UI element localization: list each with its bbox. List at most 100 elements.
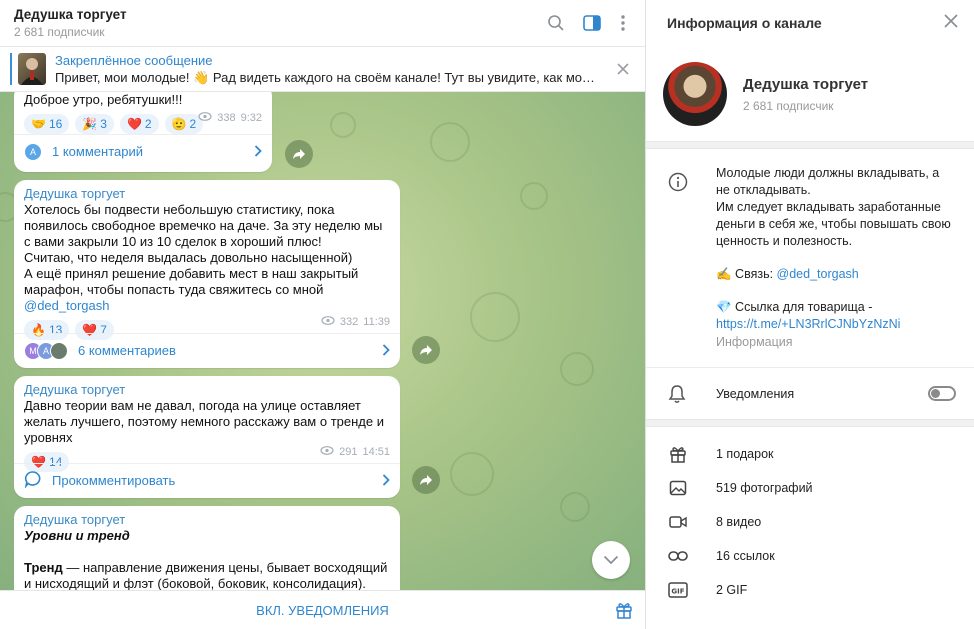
bell-icon [668,384,686,407]
message-3-meta: 291 14:51 [320,446,390,458]
message-4-text: Тренд — направление движения цены, бывае… [24,560,388,590]
message-1-views: 338 [217,112,236,124]
about-line-2: Им следует вкладывать заработанные деньг… [716,200,951,248]
gif-icon: GIF [668,581,688,599]
invite-line-prefix: 💎 Ссылка для товарища - [716,300,873,314]
message-3-time: 14:51 [362,446,390,458]
chevron-right-icon [254,145,262,160]
notifications-toggle[interactable] [928,386,956,401]
message-3[interactable]: Дедушка торгует Давно теории вам не дава… [14,376,400,498]
message-1[interactable]: Доброе утро, ребятушки!!! 🤝 16 🎉 3 ❤️ 2 🫡 2 … [14,92,272,172]
chevron-right-icon [382,344,390,359]
message-1-comments-label: 1 комментарий [52,144,143,159]
commenter-avatars: M A [24,341,68,360]
chat-title[interactable]: Дедушка торгует [14,7,127,22]
views-icon [321,316,335,328]
channel-name: Дедушка торгует [743,76,869,93]
channel-avatar[interactable] [663,62,727,126]
search-icon[interactable] [546,13,566,33]
message-1-text: Доброе утро, ребятушки!!! [24,92,183,107]
scroll-down-button[interactable] [592,541,630,579]
chevron-down-icon [603,555,619,565]
media-links-label: 16 ссылок [716,549,775,563]
photo-icon [668,479,688,497]
channel-description: Молодые люди должны вкладывать, а не отк… [716,165,956,351]
chat-footer: ВКЛ. УВЕДОМЛЕНИЯ [0,590,645,629]
contact-line: ✍️ Связь: @ded_torgash [716,267,859,281]
invite-link[interactable]: https://t.me/+LN3RrlCJNbYzNzNi [716,316,956,333]
pinned-message[interactable]: Закреплённое сообщение Привет, мои молод… [0,47,645,92]
message-3-comment-button[interactable]: Прокомментировать [14,463,400,497]
gift-icon[interactable] [615,601,633,622]
media-photos-label: 519 фотографий [716,481,813,495]
message-2-meta: 332 11:39 [321,316,390,328]
chat-subscribers: 2 681 подписчик [14,25,105,39]
reaction-heart[interactable]: ❤️ 2 [119,114,159,134]
chevron-right-icon [382,474,390,489]
message-4-author[interactable]: Дедушка торгует [24,512,390,527]
channel-info-panel: Информация о канале Дедушка торгует 2 68… [645,0,974,629]
about-line-1: Молодые люди должны вкладывать, а не отк… [716,166,940,197]
message-2-views: 332 [339,316,359,328]
info-icon [668,172,688,195]
media-gifts-label: 1 подарок [716,447,774,461]
views-icon [320,446,334,458]
forward-icon[interactable] [285,140,313,168]
media-links[interactable]: 16 ссылок [646,539,974,573]
about-caption: Информация [716,335,793,349]
video-icon [668,513,688,531]
message-2[interactable]: Дедушка торгует Хотелось бы подвести неб… [14,180,400,368]
channel-subscribers: 2 681 подписчик [743,99,834,113]
reaction-party[interactable]: 🎉 3 [75,114,114,134]
message-2-text: Хотелось бы подвести небольшую статистик… [24,202,383,313]
mention-link[interactable]: @ded_torgash [24,298,109,313]
divider [646,419,974,427]
more-menu-icon[interactable] [613,13,633,33]
close-icon[interactable] [944,14,958,31]
commenter-avatar-photo [50,341,68,360]
message-3-views: 291 [339,446,358,458]
contact-link[interactable]: @ded_torgash [777,267,859,281]
message-2-time: 11:39 [363,316,390,328]
pinned-text: Привет, мои молодые! 👋 Рад видеть каждог… [55,70,595,85]
svg-text:GIF: GIF [671,588,684,596]
chat-panel: Дедушка торгует 2 681 подписчик Закреплё… [0,0,645,629]
forward-icon[interactable] [412,466,440,494]
message-4[interactable]: Дедушка торгует Уровни и тренд Тренд — н… [14,506,400,590]
pinned-indicator [10,53,12,85]
message-1-meta: 338 9:32 [198,112,262,124]
close-pinned-icon[interactable] [615,61,631,77]
message-1-comments[interactable]: A 1 комментарий [14,134,272,168]
notifications-label: Уведомления [716,387,795,401]
chat-header[interactable]: Дедушка торгует 2 681 подписчик [0,0,645,47]
info-header-title: Информация о канале [667,15,822,31]
message-4-heading: Уровни и тренд [24,528,130,543]
divider [646,367,974,368]
media-videos-label: 8 видео [716,515,762,529]
media-gifs-label: 2 GIF [716,583,748,597]
message-3-author[interactable]: Дедушка торгует [24,382,390,397]
message-2-author[interactable]: Дедушка торгует [24,186,390,201]
message-2-comments-label: 6 комментариев [78,343,176,358]
reaction-handshake[interactable]: 🤝 16 [24,114,70,134]
forward-icon[interactable] [412,336,440,364]
divider [646,141,974,149]
media-photos[interactable]: 519 фотографий [646,471,974,505]
media-gifts[interactable]: 1 подарок [646,437,974,471]
gift-icon [668,445,688,463]
media-gifs[interactable]: GIF 2 GIF [646,573,974,607]
message-1-time: 9:32 [240,112,262,124]
views-icon [198,112,212,124]
sidebar-toggle-icon[interactable] [582,13,602,33]
pinned-title: Закреплённое сообщение [55,53,213,68]
message-3-text: Давно теории вам не давал, погода на ули… [24,398,384,445]
chat-background: Доброе утро, ребятушки!!! 🤝 16 🎉 3 ❤️ 2 🫡 2 … [0,92,645,590]
message-2-comments[interactable]: M A 6 комментариев [14,333,400,367]
commenter-avatar: A [24,142,42,161]
comment-icon [24,470,42,491]
enable-notifications-button[interactable]: ВКЛ. УВЕДОМЛЕНИЯ [0,591,645,629]
message-3-comments-label: Прокомментировать [52,473,176,488]
link-icon [668,547,688,565]
media-videos[interactable]: 8 видео [646,505,974,539]
pinned-thumbnail [18,53,46,85]
